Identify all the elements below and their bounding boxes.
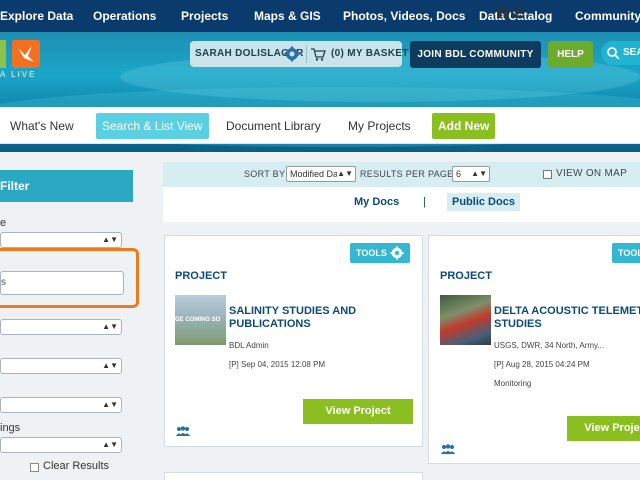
tab-document-library[interactable]: Document Library bbox=[220, 113, 327, 139]
results-per-page-label: RESULTS PER PAGE bbox=[360, 169, 454, 179]
project-title-line: STUDIES bbox=[494, 318, 542, 330]
filter-select[interactable]: ▲▼ bbox=[0, 437, 122, 453]
tools-label: TOOLS bbox=[356, 248, 387, 258]
doc-tabs: My Docs | Public Docs bbox=[163, 187, 640, 222]
project-card: TOOL PROJECT DELTA ACOUSTIC TELEMET STUD… bbox=[428, 235, 640, 464]
clear-results-label[interactable]: Clear Results bbox=[43, 460, 109, 472]
project-title-line: DELTA ACOUSTIC TELEMET bbox=[494, 305, 640, 317]
grid-view-icon[interactable] bbox=[497, 7, 508, 18]
sort-by-value: Modified Da bbox=[290, 169, 339, 179]
tab-my-docs[interactable]: My Docs bbox=[354, 196, 399, 208]
filter-label: e bbox=[0, 217, 7, 229]
project-card bbox=[164, 472, 423, 480]
updown-icon: ▲▼ bbox=[337, 167, 353, 181]
project-category: Monitoring bbox=[494, 379, 532, 388]
updown-icon: ▲▼ bbox=[102, 235, 118, 244]
tab-separator: | bbox=[423, 196, 426, 208]
add-new-button[interactable]: Add New bbox=[432, 113, 496, 139]
logo-text: A LIVE bbox=[0, 70, 37, 79]
user-pill: SARAH DOLISLAGER (0) MY BASKET bbox=[190, 41, 408, 67]
project-author: BDL Admin bbox=[229, 341, 269, 350]
nav-maps-gis[interactable]: Maps & GIS bbox=[254, 0, 321, 32]
nav-photos-videos-docs[interactable]: Photos, Videos, Docs bbox=[343, 0, 465, 32]
people-icon bbox=[176, 426, 190, 436]
project-thumbnail[interactable] bbox=[440, 295, 491, 345]
project-title-line: SALINITY STUDIES AND bbox=[229, 305, 357, 317]
tab-search-list-view[interactable]: Search & List View bbox=[96, 113, 209, 139]
project-title-line: PUBLICATIONS bbox=[229, 318, 311, 330]
updown-icon: ▲▼ bbox=[102, 361, 118, 370]
bird-logo-icon[interactable] bbox=[12, 40, 40, 68]
filter-select[interactable]: ▲▼ bbox=[0, 319, 122, 335]
top-navigation: Explore Data Operations Projects Maps & … bbox=[0, 0, 640, 32]
project-date: [P] Aug 28, 2015 04:24 PM bbox=[494, 360, 590, 369]
nav-projects[interactable]: Projects bbox=[181, 0, 228, 32]
filter-select[interactable]: ▲▼ bbox=[0, 358, 122, 374]
tools-button[interactable]: TOOL bbox=[612, 243, 640, 263]
tools-label: TOOL bbox=[618, 248, 640, 258]
people-icon bbox=[441, 444, 455, 454]
card-type: PROJECT bbox=[175, 270, 227, 282]
cart-icon[interactable] bbox=[310, 46, 326, 62]
per-page-value: 6 bbox=[456, 169, 462, 179]
tab-public-docs[interactable]: Public Docs bbox=[447, 193, 520, 211]
search-icon bbox=[607, 47, 620, 60]
gear-icon[interactable] bbox=[284, 46, 300, 62]
updown-icon: ▲▼ bbox=[102, 400, 118, 409]
project-title-link[interactable]: SALINITY STUDIES AND PUBLICATIONS bbox=[229, 305, 419, 331]
project-thumbnail[interactable]: GE COMING SO bbox=[175, 295, 226, 345]
sub-navigation: What's New Search & List View Document L… bbox=[0, 107, 640, 144]
project-title-link[interactable]: DELTA ACOUSTIC TELEMET STUDIES bbox=[494, 305, 640, 331]
view-on-map-label[interactable]: VIEW ON MAP bbox=[556, 168, 627, 179]
sort-by-label: SORT BY bbox=[244, 169, 286, 179]
sort-by-select[interactable]: Modified Da ▲▼ bbox=[286, 166, 356, 182]
divider bbox=[306, 45, 307, 63]
filter-sidebar: Filter e ▲▼ s ▲▼ ▲▼ ▲▼ ings ▲▼ Clear Res… bbox=[0, 152, 150, 480]
view-project-button[interactable]: View Project bbox=[303, 399, 413, 424]
per-page-select[interactable]: 6 ▲▼ bbox=[452, 166, 490, 182]
list-view-icon[interactable] bbox=[511, 7, 523, 18]
gear-icon bbox=[390, 246, 404, 260]
nav-operations[interactable]: Operations bbox=[93, 0, 156, 32]
filter-header: Filter bbox=[0, 170, 133, 202]
view-project-button[interactable]: View Proje bbox=[567, 416, 640, 441]
filter-text-input[interactable]: s bbox=[0, 271, 124, 295]
updown-icon: ▲▼ bbox=[102, 322, 118, 331]
project-card: TOOLS PROJECT GE COMING SO SALINITY STUD… bbox=[164, 235, 423, 447]
filter-label: ings bbox=[0, 422, 21, 434]
nav-community[interactable]: Community bbox=[575, 0, 640, 32]
clear-results-checkbox[interactable] bbox=[30, 463, 39, 472]
updown-icon: ▲▼ bbox=[102, 440, 118, 449]
logo-green-block bbox=[0, 40, 6, 68]
filter-select[interactable]: ▲▼ bbox=[0, 232, 122, 248]
nav-explore-data[interactable]: Explore Data bbox=[0, 0, 73, 32]
join-community-button[interactable]: JOIN BDL COMMUNITY bbox=[410, 41, 541, 68]
tab-my-projects[interactable]: My Projects bbox=[342, 113, 417, 139]
help-button[interactable]: HELP bbox=[548, 41, 593, 68]
project-date: [P] Sep 04, 2015 12:08 PM bbox=[229, 360, 326, 369]
card-type: PROJECT bbox=[440, 270, 492, 282]
tab-whats-new[interactable]: What's New bbox=[4, 113, 80, 139]
filter-title: Filter bbox=[0, 179, 30, 193]
thumbnail-placeholder-text: GE COMING SO bbox=[175, 317, 221, 323]
project-author: USGS, DWR, 34 North, Army... bbox=[494, 341, 605, 350]
view-on-map-checkbox[interactable] bbox=[543, 170, 552, 179]
filter-select[interactable]: ▲▼ bbox=[0, 397, 122, 413]
basket-link[interactable]: (0) MY BASKET bbox=[331, 41, 409, 67]
updown-icon: ▲▼ bbox=[471, 167, 487, 181]
